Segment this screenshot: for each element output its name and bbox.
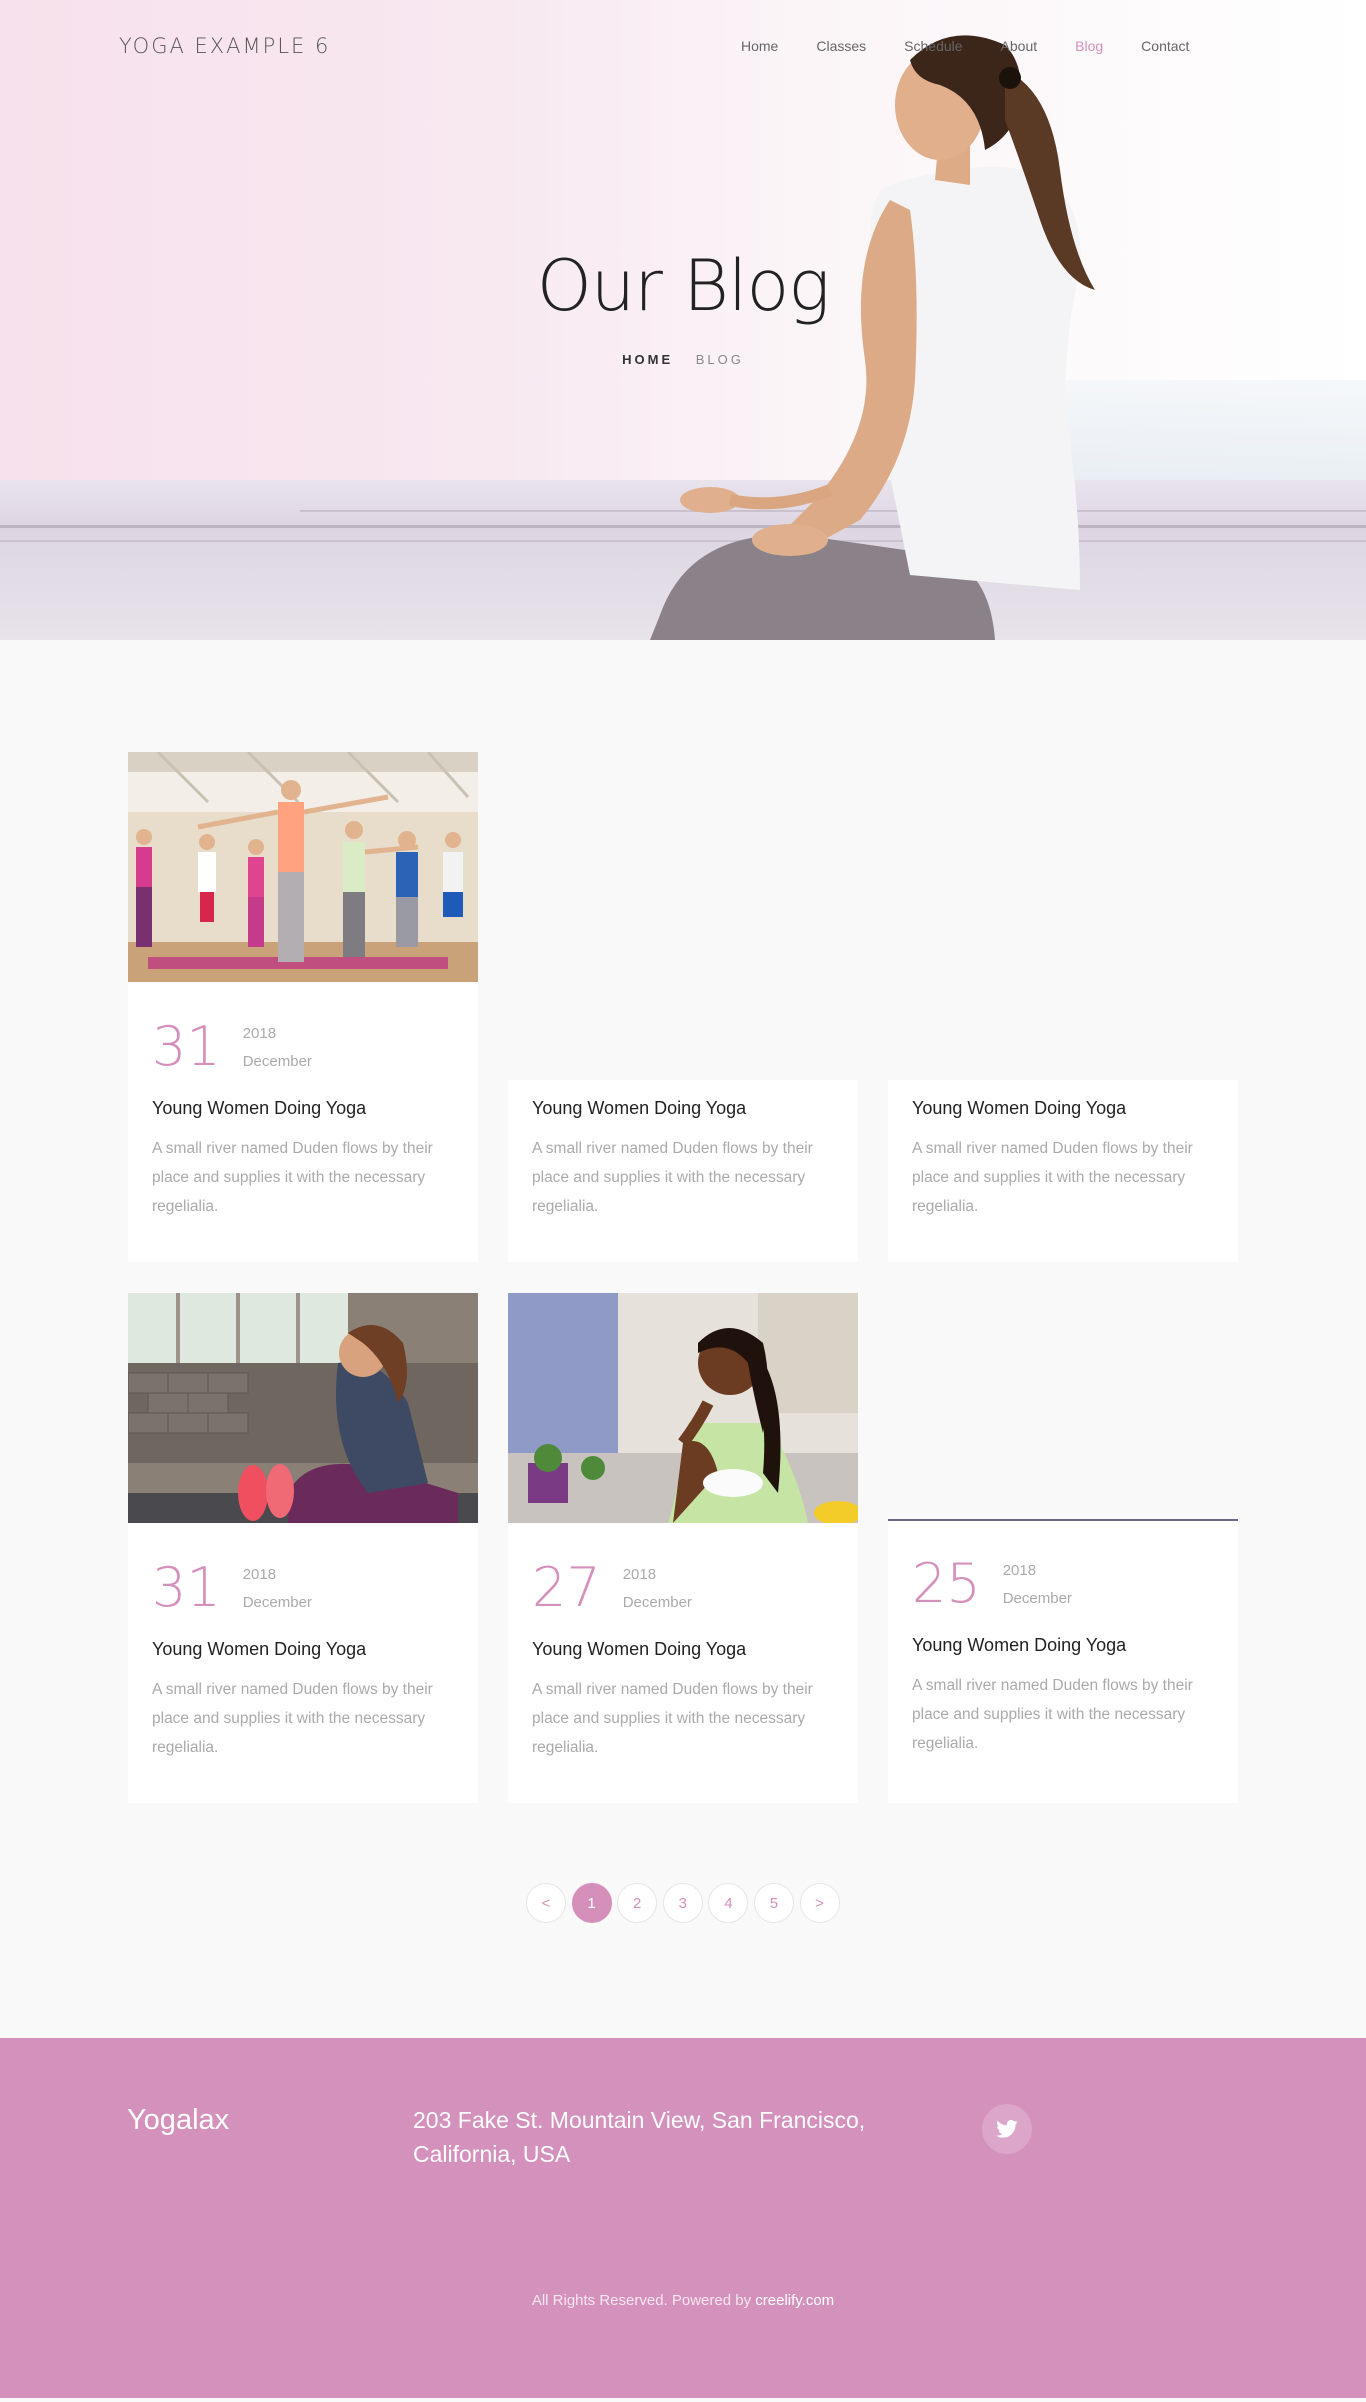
- post-year: 2018: [242, 1025, 277, 1042]
- breadcrumb-home[interactable]: HOME: [622, 352, 673, 367]
- footer-address: 203 Fake St. Mountain View, San Francisc…: [413, 2107, 866, 2167]
- blog-card-image[interactable]: [128, 752, 478, 982]
- pagination-prev[interactable]: <: [526, 1883, 566, 1923]
- post-year: 2018: [1002, 1562, 1037, 1579]
- woman-stretching-image: [128, 1293, 478, 1523]
- pagination: < 1 2 3 4 5 >: [526, 1883, 845, 1923]
- breadcrumb: HOME BLOG: [0, 352, 1366, 367]
- footer-copyright: All Rights Reserved. Powered by creelify…: [0, 2292, 1366, 2309]
- blog-card[interactable]: 31 2018 December Young Women Doing Yoga A…: [128, 1293, 478, 1803]
- twitter-icon: [996, 2120, 1018, 2138]
- blog-card[interactable]: Young Women Doing Yoga A small river nam…: [508, 1080, 858, 1262]
- blog-card[interactable]: 31 2018 December Young Women Doing Yoga A…: [128, 752, 478, 1262]
- blog-card[interactable]: Young Women Doing Yoga A small river nam…: [888, 1080, 1238, 1262]
- nav-schedule[interactable]: Schedule: [904, 38, 962, 54]
- twitter-link[interactable]: [982, 2104, 1032, 2154]
- page-title: Our Blog: [536, 245, 831, 327]
- breadcrumb-current: BLOG: [695, 352, 744, 367]
- blog-card-image[interactable]: [128, 1293, 478, 1523]
- post-excerpt: A small river named Duden flows by their…: [152, 1681, 433, 1756]
- post-excerpt: A small river named Duden flows by their…: [912, 1140, 1193, 1215]
- pagination-next[interactable]: >: [799, 1883, 840, 1923]
- post-year: 2018: [622, 1566, 657, 1583]
- post-date: 31 2018 December: [152, 1561, 312, 1617]
- post-title[interactable]: Young Women Doing Yoga: [912, 1635, 1126, 1656]
- hero-banner: YOGA EXAMPLE 6 Home Classes Schedule Abo…: [0, 0, 1366, 640]
- post-title[interactable]: Young Women Doing Yoga: [912, 1098, 1126, 1119]
- pagination-page-4[interactable]: 4: [708, 1883, 749, 1923]
- post-title[interactable]: Young Women Doing Yoga: [152, 1098, 366, 1119]
- post-title[interactable]: Young Women Doing Yoga: [152, 1639, 366, 1660]
- post-day: 31: [152, 1015, 221, 1078]
- post-title[interactable]: Young Women Doing Yoga: [532, 1639, 746, 1660]
- post-excerpt: A small river named Duden flows by their…: [532, 1681, 813, 1756]
- nav-about[interactable]: About: [1001, 38, 1038, 54]
- main-menu: Home Classes Schedule About Blog Contact: [741, 38, 1227, 54]
- post-day: 25: [912, 1552, 981, 1615]
- nav-home[interactable]: Home: [741, 38, 778, 54]
- post-date: 25 2018 December: [912, 1557, 1072, 1613]
- post-date: 27 2018 December: [532, 1561, 692, 1617]
- brand-logo[interactable]: YOGA EXAMPLE 6: [119, 34, 330, 58]
- blog-card[interactable]: 25 2018 December Young Women Doing Yoga A…: [888, 1519, 1238, 1803]
- post-title[interactable]: Young Women Doing Yoga: [532, 1098, 746, 1119]
- post-excerpt: A small river named Duden flows by their…: [912, 1677, 1193, 1752]
- post-month: December: [1002, 1590, 1072, 1607]
- post-day: 27: [532, 1556, 601, 1619]
- post-excerpt: A small river named Duden flows by their…: [152, 1140, 433, 1215]
- nav-contact[interactable]: Contact: [1141, 38, 1189, 54]
- nav-blog[interactable]: Blog: [1075, 38, 1103, 54]
- blog-card-image[interactable]: [508, 1293, 858, 1523]
- woman-eating-salad-image: [508, 1293, 858, 1523]
- copyright-text: All Rights Reserved. Powered by: [531, 2292, 756, 2309]
- post-month: December: [242, 1594, 312, 1611]
- post-month: December: [242, 1053, 312, 1070]
- pagination-page-1[interactable]: 1: [571, 1883, 612, 1923]
- blog-card[interactable]: 27 2018 December Young Women Doing Yoga A…: [508, 1293, 858, 1803]
- post-excerpt: A small river named Duden flows by their…: [532, 1140, 813, 1215]
- pagination-page-5[interactable]: 5: [753, 1883, 794, 1923]
- copyright-link[interactable]: creelify.com: [755, 2292, 834, 2309]
- meditating-woman-image: [650, 35, 1095, 640]
- group-yoga-class-image: [128, 752, 478, 982]
- post-date: 31 2018 December: [152, 1020, 312, 1076]
- footer-logo[interactable]: Yogalax: [127, 2104, 229, 2137]
- site-footer: Yogalax 203 Fake St. Mountain View, San …: [0, 2038, 1366, 2398]
- post-month: December: [622, 1594, 692, 1611]
- pagination-page-2[interactable]: 2: [617, 1883, 658, 1923]
- post-year: 2018: [242, 1566, 277, 1583]
- pagination-page-3[interactable]: 3: [662, 1883, 703, 1923]
- post-day: 31: [152, 1556, 221, 1619]
- nav-classes[interactable]: Classes: [816, 38, 866, 54]
- top-navigation: YOGA EXAMPLE 6 Home Classes Schedule Abo…: [0, 0, 1366, 92]
